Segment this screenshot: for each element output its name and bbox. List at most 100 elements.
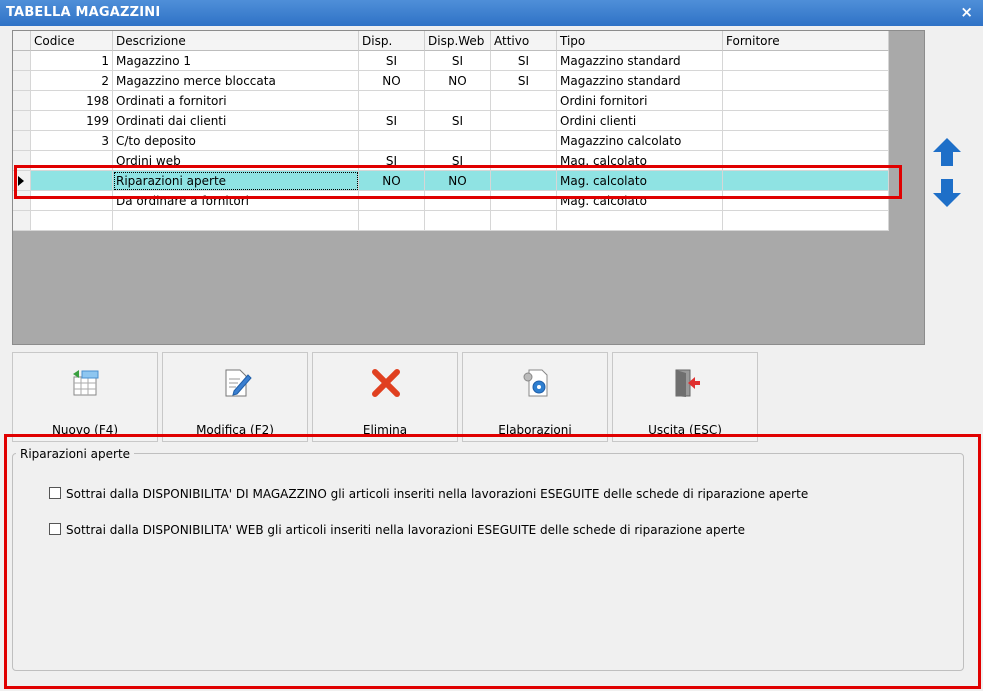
cell-codice[interactable]: 198 [31,91,113,111]
cell-disp[interactable]: SI [359,151,425,171]
cell-fornitore[interactable] [723,131,889,151]
row-indicator[interactable] [13,51,31,71]
cell-descrizione[interactable]: Magazzino merce bloccata [113,71,359,91]
cell-descrizione[interactable]: Riparazioni aperte [113,171,359,191]
cell-fornitore[interactable] [723,211,889,231]
table-row[interactable]: 3 C/to deposito Magazzino calcolato [13,131,889,151]
cell-disp[interactable] [359,191,425,211]
cell-codice[interactable] [31,171,113,191]
checkbox-box[interactable] [49,523,61,535]
cell-fornitore[interactable] [723,151,889,171]
cell-tipo[interactable] [557,211,723,231]
cell-codice[interactable]: 1 [31,51,113,71]
cell-codice[interactable]: 2 [31,71,113,91]
cell-dispweb[interactable] [425,91,491,111]
cell-attivo[interactable]: SI [491,51,557,71]
cell-descrizione[interactable]: Magazzino 1 [113,51,359,71]
cell-tipo[interactable]: Mag. calcolato [557,171,723,191]
cell-dispweb[interactable]: NO [425,171,491,191]
cell-attivo[interactable] [491,191,557,211]
move-down-button[interactable] [931,176,963,210]
cell-tipo[interactable]: Magazzino standard [557,71,723,91]
cell-disp[interactable]: NO [359,71,425,91]
cell-codice[interactable] [31,191,113,211]
cell-attivo[interactable] [491,131,557,151]
cell-fornitore[interactable] [723,71,889,91]
cell-dispweb[interactable] [425,211,491,231]
cell-attivo[interactable] [491,171,557,191]
cell-dispweb[interactable]: SI [425,51,491,71]
column-header-fornitore[interactable]: Fornitore [723,31,889,51]
cell-fornitore[interactable] [723,91,889,111]
table-row-selected[interactable]: Riparazioni aperte NO NO Mag. calcolato [13,171,889,191]
cell-dispweb[interactable]: SI [425,111,491,131]
cell-attivo[interactable]: SI [491,71,557,91]
cell-fornitore[interactable] [723,111,889,131]
cell-attivo[interactable] [491,91,557,111]
warehouse-grid[interactable]: Codice Descrizione Disp. Disp.Web Attivo… [12,30,925,345]
cell-attivo[interactable] [491,111,557,131]
table-row[interactable]: Da ordinare a fornitori Mag. calcolato [13,191,889,211]
cell-codice[interactable]: 199 [31,111,113,131]
cell-descrizione[interactable] [113,211,359,231]
cell-fornitore[interactable] [723,191,889,211]
cell-dispweb[interactable]: NO [425,71,491,91]
cell-codice[interactable] [31,211,113,231]
cell-tipo[interactable]: Mag. calcolato [557,151,723,171]
row-indicator[interactable] [13,151,31,171]
row-indicator[interactable] [13,91,31,111]
table-row[interactable]: 2 Magazzino merce bloccata NO NO SI Magazzino… [13,71,889,91]
cell-disp[interactable] [359,211,425,231]
cell-disp[interactable]: SI [359,111,425,131]
table-row[interactable]: 199 Ordinati dai clienti SI SI Ordini client… [13,111,889,131]
new-button[interactable]: Nuovo (F4) [12,352,158,442]
table-row[interactable]: 198 Ordinati a fornitori Ordini fornitori [13,91,889,111]
cell-tipo[interactable]: Ordini clienti [557,111,723,131]
table-row[interactable]: Ordini web SI SI Mag. calcolato [13,151,889,171]
cell-descrizione[interactable]: C/to deposito [113,131,359,151]
cell-dispweb[interactable] [425,191,491,211]
cell-attivo[interactable] [491,151,557,171]
cell-tipo[interactable]: Magazzino calcolato [557,131,723,151]
process-button[interactable]: Elaborazioni [462,352,608,442]
cell-tipo[interactable]: Mag. calcolato [557,191,723,211]
column-header-tipo[interactable]: Tipo [557,31,723,51]
cell-fornitore[interactable] [723,171,889,191]
cell-codice[interactable] [31,151,113,171]
row-indicator[interactable] [13,191,31,211]
column-header-attivo[interactable]: Attivo [491,31,557,51]
close-icon[interactable]: × [960,3,973,21]
cell-disp[interactable] [359,131,425,151]
cell-descrizione[interactable]: Ordinati dai clienti [113,111,359,131]
cell-attivo[interactable] [491,211,557,231]
cell-dispweb[interactable] [425,131,491,151]
checkbox-box[interactable] [49,487,61,499]
current-row-indicator-icon[interactable] [13,171,31,191]
column-header-disp[interactable]: Disp. [359,31,425,51]
column-header-descrizione[interactable]: Descrizione [113,31,359,51]
cell-tipo[interactable]: Magazzino standard [557,51,723,71]
row-indicator[interactable] [13,211,31,231]
exit-button[interactable]: Uscita (ESC) [612,352,758,442]
move-up-button[interactable] [931,135,963,169]
cell-disp[interactable]: NO [359,171,425,191]
window-title: TABELLA MAGAZZINI [6,5,161,20]
cell-disp[interactable]: SI [359,51,425,71]
row-indicator[interactable] [13,131,31,151]
delete-button[interactable]: Elimina [312,352,458,442]
column-header-disp-web[interactable]: Disp.Web [425,31,491,51]
cell-disp[interactable] [359,91,425,111]
cell-dispweb[interactable]: SI [425,151,491,171]
row-indicator[interactable] [13,71,31,91]
cell-tipo[interactable]: Ordini fornitori [557,91,723,111]
cell-codice[interactable]: 3 [31,131,113,151]
cell-descrizione[interactable]: Da ordinare a fornitori [113,191,359,211]
table-row[interactable]: 1 Magazzino 1 SI SI SI Magazzino standard [13,51,889,71]
edit-button[interactable]: Modifica (F2) [162,352,308,442]
table-row[interactable] [13,211,889,231]
cell-descrizione[interactable]: Ordinati a fornitori [113,91,359,111]
row-indicator[interactable] [13,111,31,131]
cell-descrizione[interactable]: Ordini web [113,151,359,171]
cell-fornitore[interactable] [723,51,889,71]
column-header-codice[interactable]: Codice [31,31,113,51]
